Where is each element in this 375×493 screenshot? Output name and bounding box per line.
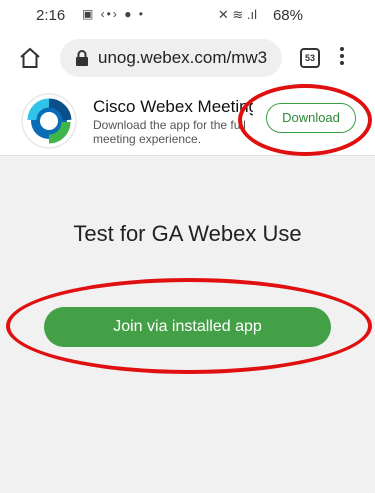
tab-switcher-button[interactable]: 53 (300, 48, 320, 68)
url-text[interactable]: unog.webex.com/mw3 (98, 48, 278, 68)
status-bar: 2:16 ▣ ‹•› ● • ✕ ≋ .ıl 68% (0, 0, 375, 30)
banner-title: Cisco Webex Meetings (93, 97, 253, 116)
download-button[interactable]: Download (266, 103, 356, 133)
meeting-title: Test for GA Webex Use (73, 221, 302, 246)
app-install-banner: Cisco Webex Meetings Download the app fo… (0, 86, 375, 156)
banner-description: Download the app for the full meeting ex… (93, 118, 246, 146)
lock-icon (75, 50, 89, 66)
join-via-app-button[interactable]: Join via installed app (44, 307, 331, 347)
status-time: 2:16 (36, 7, 66, 24)
signal-icons: ✕ ≋ .ıl (217, 7, 257, 22)
browser-toolbar: unog.webex.com/mw3 53 (0, 30, 375, 86)
home-icon[interactable] (18, 46, 42, 70)
overflow-menu-icon[interactable] (335, 44, 349, 72)
address-bar[interactable]: unog.webex.com/mw3 (60, 39, 282, 77)
notification-icons: ▣ ‹•› ● • (82, 7, 145, 21)
battery-indicator: 68% (272, 7, 303, 24)
webex-logo-icon (20, 92, 78, 150)
